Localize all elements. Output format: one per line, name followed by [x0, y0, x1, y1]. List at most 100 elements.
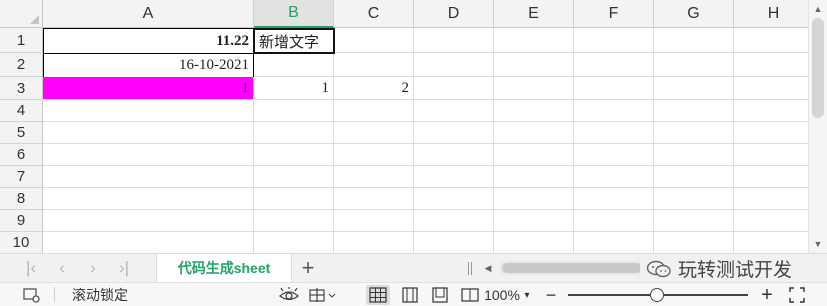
column-header-h[interactable]: H [734, 0, 808, 28]
empty-cell[interactable] [254, 188, 334, 210]
scroll-down-icon[interactable]: ▼ [809, 236, 827, 252]
page-layout-view-button[interactable] [398, 285, 422, 305]
vertical-scrollbar[interactable]: ▲ ▼ [808, 0, 827, 253]
empty-cell[interactable] [734, 100, 808, 122]
empty-cell[interactable] [494, 188, 574, 210]
empty-cell[interactable] [254, 100, 334, 122]
row-header-1[interactable]: 1 [0, 28, 43, 53]
empty-cell[interactable] [734, 166, 808, 188]
empty-cell[interactable] [414, 77, 494, 100]
zoom-dropdown-icon[interactable]: ▾ [522, 283, 532, 306]
cell-a3[interactable]: 1 [43, 77, 254, 100]
zoom-out-button[interactable]: − [540, 283, 562, 306]
empty-cell[interactable] [43, 144, 254, 166]
empty-cell[interactable] [654, 188, 734, 210]
empty-cell[interactable] [734, 144, 808, 166]
last-sheet-icon[interactable]: ›| [113, 258, 135, 278]
empty-cell[interactable] [334, 210, 414, 232]
empty-cell[interactable] [414, 100, 494, 122]
empty-cell[interactable] [734, 28, 808, 53]
empty-cell[interactable] [254, 166, 334, 188]
page-break-view-button[interactable] [428, 285, 452, 305]
empty-cell[interactable] [654, 210, 734, 232]
first-sheet-icon[interactable]: |‹ [20, 258, 42, 278]
empty-cell[interactable] [43, 122, 254, 144]
empty-cell[interactable] [654, 122, 734, 144]
prev-sheet-icon[interactable]: ‹ [51, 258, 73, 278]
zoom-level[interactable]: 100% [478, 283, 526, 306]
empty-cell[interactable] [414, 122, 494, 144]
empty-cell[interactable] [654, 100, 734, 122]
column-header-a[interactable]: A [43, 0, 254, 28]
zoom-slider-thumb[interactable] [650, 288, 664, 302]
empty-cell[interactable] [494, 28, 574, 53]
empty-cell[interactable] [414, 166, 494, 188]
empty-cell[interactable] [254, 210, 334, 232]
empty-cell[interactable] [43, 232, 254, 253]
empty-cell[interactable] [494, 210, 574, 232]
empty-cell[interactable] [734, 232, 808, 253]
cell-c3[interactable]: 2 [334, 77, 414, 100]
empty-cell[interactable] [334, 53, 414, 77]
empty-cell[interactable] [574, 210, 654, 232]
empty-cell[interactable] [43, 210, 254, 232]
empty-cell[interactable] [734, 77, 808, 100]
empty-cell[interactable] [654, 28, 734, 53]
empty-cell[interactable] [43, 100, 254, 122]
empty-cell[interactable] [43, 188, 254, 210]
empty-cell[interactable] [574, 144, 654, 166]
empty-cell[interactable] [494, 77, 574, 100]
sheet-tab-active[interactable]: 代码生成sheet [156, 254, 292, 282]
empty-cell[interactable] [574, 28, 654, 53]
row-header-3[interactable]: 3 [0, 77, 43, 100]
empty-cell[interactable] [254, 53, 334, 77]
empty-cell[interactable] [334, 100, 414, 122]
column-header-f[interactable]: F [574, 0, 654, 28]
empty-cell[interactable] [334, 144, 414, 166]
empty-cell[interactable] [654, 144, 734, 166]
empty-cell[interactable] [334, 122, 414, 144]
row-header-10[interactable]: 10 [0, 232, 43, 253]
empty-cell[interactable] [574, 53, 654, 77]
empty-cell[interactable] [574, 188, 654, 210]
cell-a1[interactable]: 11.22 [43, 28, 254, 54]
row-header-8[interactable]: 8 [0, 188, 43, 210]
empty-cell[interactable] [254, 122, 334, 144]
column-header-b[interactable]: B [254, 0, 334, 28]
zoom-in-button[interactable]: + [756, 283, 778, 306]
empty-cell[interactable] [494, 53, 574, 77]
empty-cell[interactable] [334, 232, 414, 253]
empty-cell[interactable] [734, 188, 808, 210]
row-header-2[interactable]: 2 [0, 53, 43, 77]
empty-cell[interactable] [334, 188, 414, 210]
empty-cell[interactable] [494, 100, 574, 122]
empty-cell[interactable] [574, 232, 654, 253]
empty-cell[interactable] [574, 77, 654, 100]
row-header-9[interactable]: 9 [0, 210, 43, 232]
scroll-left-icon[interactable]: ◀ [480, 260, 496, 276]
cell-a2[interactable]: 16-10-2021 [43, 53, 254, 78]
empty-cell[interactable] [254, 232, 334, 253]
empty-cell[interactable] [414, 53, 494, 77]
fullscreen-icon[interactable] [786, 283, 808, 306]
scroll-up-icon[interactable]: ▲ [809, 1, 827, 17]
eye-protection-icon[interactable] [278, 283, 300, 306]
freeze-pane-dropdown[interactable] [306, 283, 340, 306]
empty-cell[interactable] [734, 210, 808, 232]
empty-cell[interactable] [654, 77, 734, 100]
empty-cell[interactable] [414, 144, 494, 166]
column-header-g[interactable]: G [654, 0, 734, 28]
row-header-4[interactable]: 4 [0, 100, 43, 122]
empty-cell[interactable] [654, 232, 734, 253]
cell-b1[interactable]: 新增文字 [253, 28, 335, 54]
row-header-6[interactable]: 6 [0, 144, 43, 166]
empty-cell[interactable] [254, 144, 334, 166]
empty-cell[interactable] [414, 232, 494, 253]
next-sheet-icon[interactable]: › [82, 258, 104, 278]
vertical-scroll-thumb[interactable] [812, 18, 824, 118]
empty-cell[interactable] [574, 166, 654, 188]
horizontal-scroll-thumb[interactable] [502, 263, 642, 273]
empty-cell[interactable] [654, 166, 734, 188]
cell-b3[interactable]: 1 [254, 77, 334, 100]
scroll-lock-status[interactable]: 滚动锁定 [68, 283, 132, 306]
